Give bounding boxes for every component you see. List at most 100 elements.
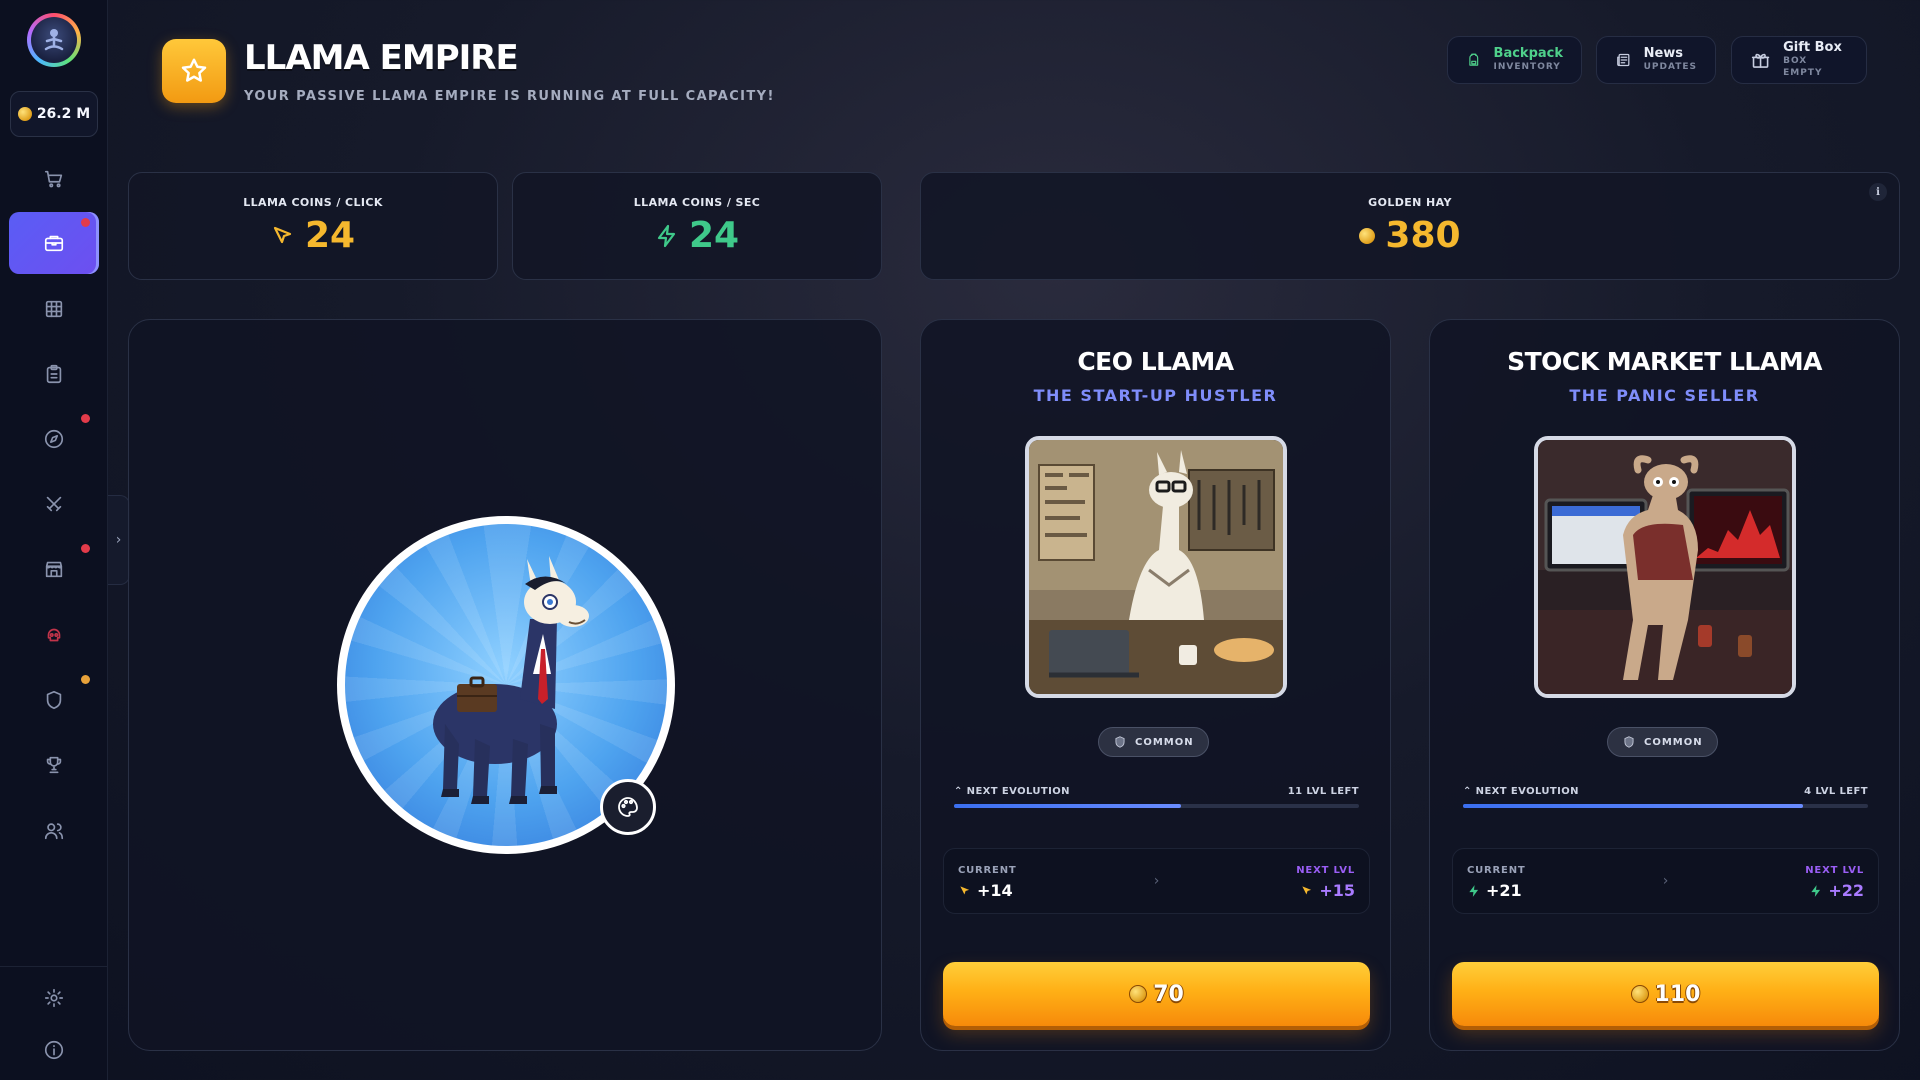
sidebar-item-trophies[interactable] (9, 734, 99, 796)
newspaper-icon (1617, 53, 1630, 67)
rarity-label: COMMON (1135, 736, 1194, 748)
page-title: LLAMA EMPIRE (244, 38, 519, 78)
gift-icon (1751, 53, 1770, 68)
card-title: STOCK MARKET LLAMA (1507, 347, 1822, 376)
llama-coin-icon (1129, 985, 1148, 1003)
current-value-row: +14 (958, 881, 1013, 900)
price-value: 70 (1153, 981, 1184, 1007)
ceo-llama-office-illustration (1029, 440, 1283, 694)
sidebar-item-tasks[interactable] (9, 343, 99, 405)
coins-per-sec-value: 24 (688, 215, 740, 256)
backpack-label: Backpack (1493, 46, 1563, 61)
stock-market-llama-image (1534, 436, 1796, 698)
shield-rarity-icon (1624, 736, 1634, 748)
coins-per-click-value-row: 24 (271, 215, 355, 256)
evolution-label: ⌃ NEXT EVOLUTION (954, 786, 1070, 797)
gift-box-label: Gift Box (1783, 40, 1842, 55)
coins-per-sec-value-row: 24 (655, 215, 739, 256)
sidebar-item-shop[interactable] (9, 148, 99, 210)
news-button[interactable]: News UPDATES (1596, 36, 1716, 84)
evolution-label-text: NEXT EVOLUTION (966, 786, 1070, 797)
golden-hay-value-row: 380 (1359, 215, 1461, 256)
coin-balance: 26.2 M (10, 91, 98, 137)
next-value-row: +15 (1300, 881, 1355, 900)
gift-box-sublabel: BOX EMPTY (1783, 56, 1823, 78)
meditating-figure-icon (44, 29, 64, 51)
sidebar-item-explore[interactable] (9, 408, 99, 470)
backpack-icon (1469, 53, 1479, 66)
sidebar-item-info[interactable] (9, 1019, 99, 1080)
evolution-label-text: NEXT EVOLUTION (1475, 786, 1579, 797)
coins-per-sec-label: LLAMA COINS / SEC (633, 196, 761, 209)
current-label: CURRENT (1467, 865, 1526, 876)
upgrade-card-ceo-llama: CEO LLAMA THE START-UP HUSTLER COMMON ⌃ … (920, 319, 1391, 1051)
golden-hay-label: GOLDEN HAY (1368, 196, 1452, 209)
sidebar-item-grid[interactable] (9, 278, 99, 340)
evolution-progress-bar (1463, 804, 1868, 808)
next-value-row: +22 (1809, 881, 1864, 900)
clipboard-icon (46, 364, 62, 384)
buy-upgrade-button[interactable]: 70 (943, 962, 1370, 1026)
news-sublabel: UPDATES (1643, 62, 1697, 72)
gift-box-button[interactable]: Gift Box BOX EMPTY (1731, 36, 1867, 84)
current-value-row: +21 (1467, 881, 1522, 900)
upgrade-card-stock-market-llama: STOCK MARKET LLAMA THE PANIC SELLER COMM… (1429, 319, 1900, 1051)
sidebar-item-skull[interactable] (9, 604, 99, 666)
sidebar-item-empire[interactable] (9, 212, 99, 274)
storefront-icon (45, 561, 63, 578)
cursor-icon (960, 885, 970, 894)
backpack-button[interactable]: Backpack INVENTORY (1447, 36, 1582, 84)
evolution-progress-fill (1463, 804, 1804, 808)
levels-left: 4 LVL LEFT (1804, 786, 1868, 797)
crossed-swords-icon (46, 496, 62, 512)
lightning-icon (657, 224, 676, 247)
coins-per-sec-card: LLAMA COINS / SEC 24 (512, 172, 882, 280)
sidebar-item-battle[interactable] (9, 473, 99, 535)
coins-per-click-card: LLAMA COINS / CLICK 24 (128, 172, 498, 280)
users-icon (44, 823, 64, 840)
evolution-label: ⌃ NEXT EVOLUTION (1463, 786, 1579, 797)
evolution-row: ⌃ NEXT EVOLUTION 11 LVL LEFT (954, 786, 1359, 797)
current-value: +21 (1486, 881, 1522, 900)
level-comparison-box: CURRENT +14 › NEXT LVL +15 (943, 848, 1370, 914)
buy-upgrade-button[interactable]: 110 (1452, 962, 1879, 1026)
notification-dot (81, 414, 90, 423)
double-chevron-up-icon: ⌃ (1463, 786, 1476, 797)
coin-balance-value: 26.2 M (36, 106, 91, 122)
customize-skin-button[interactable] (600, 779, 656, 835)
chevron-right-icon: › (1153, 873, 1160, 889)
rarity-label: COMMON (1644, 736, 1703, 748)
lightning-icon (1469, 884, 1479, 897)
golden-hay-icon (1359, 227, 1376, 244)
rarity-badge: COMMON (1098, 727, 1209, 757)
info-icon (44, 1040, 64, 1060)
llama-coin-icon (1630, 985, 1649, 1003)
notification-dot (81, 218, 90, 227)
page-subtitle: YOUR PASSIVE LLAMA EMPIRE IS RUNNING AT … (244, 89, 775, 104)
ceo-llama-image (1025, 436, 1287, 698)
coins-per-click-label: LLAMA COINS / CLICK (243, 196, 383, 209)
lightning-icon (1811, 884, 1821, 897)
evolution-progress-bar (954, 804, 1359, 808)
evolution-progress-fill (954, 804, 1181, 808)
palette-icon (618, 797, 638, 817)
levels-left: 11 LVL LEFT (1287, 786, 1359, 797)
player-avatar[interactable] (27, 13, 81, 67)
cursor-icon (273, 226, 292, 243)
grid-icon (45, 300, 63, 318)
sidebar-collapse-toggle[interactable]: › (108, 495, 130, 585)
app-logo (162, 39, 226, 103)
card-tagline: THE START-UP HUSTLER (1033, 386, 1278, 405)
current-value: +14 (977, 881, 1013, 900)
briefcase-icon (44, 235, 64, 252)
sidebar-item-store[interactable] (9, 538, 99, 600)
sidebar-item-friends[interactable] (9, 800, 99, 862)
next-value: +22 (1828, 881, 1864, 900)
sidebar-item-defense[interactable] (9, 669, 99, 731)
shield-icon (46, 690, 62, 710)
price-value: 110 (1654, 981, 1701, 1007)
chevron-right-icon: › (115, 532, 122, 548)
next-value: +15 (1319, 881, 1355, 900)
info-icon[interactable]: i (1869, 183, 1887, 201)
next-level-label: NEXT LVL (1805, 865, 1864, 876)
